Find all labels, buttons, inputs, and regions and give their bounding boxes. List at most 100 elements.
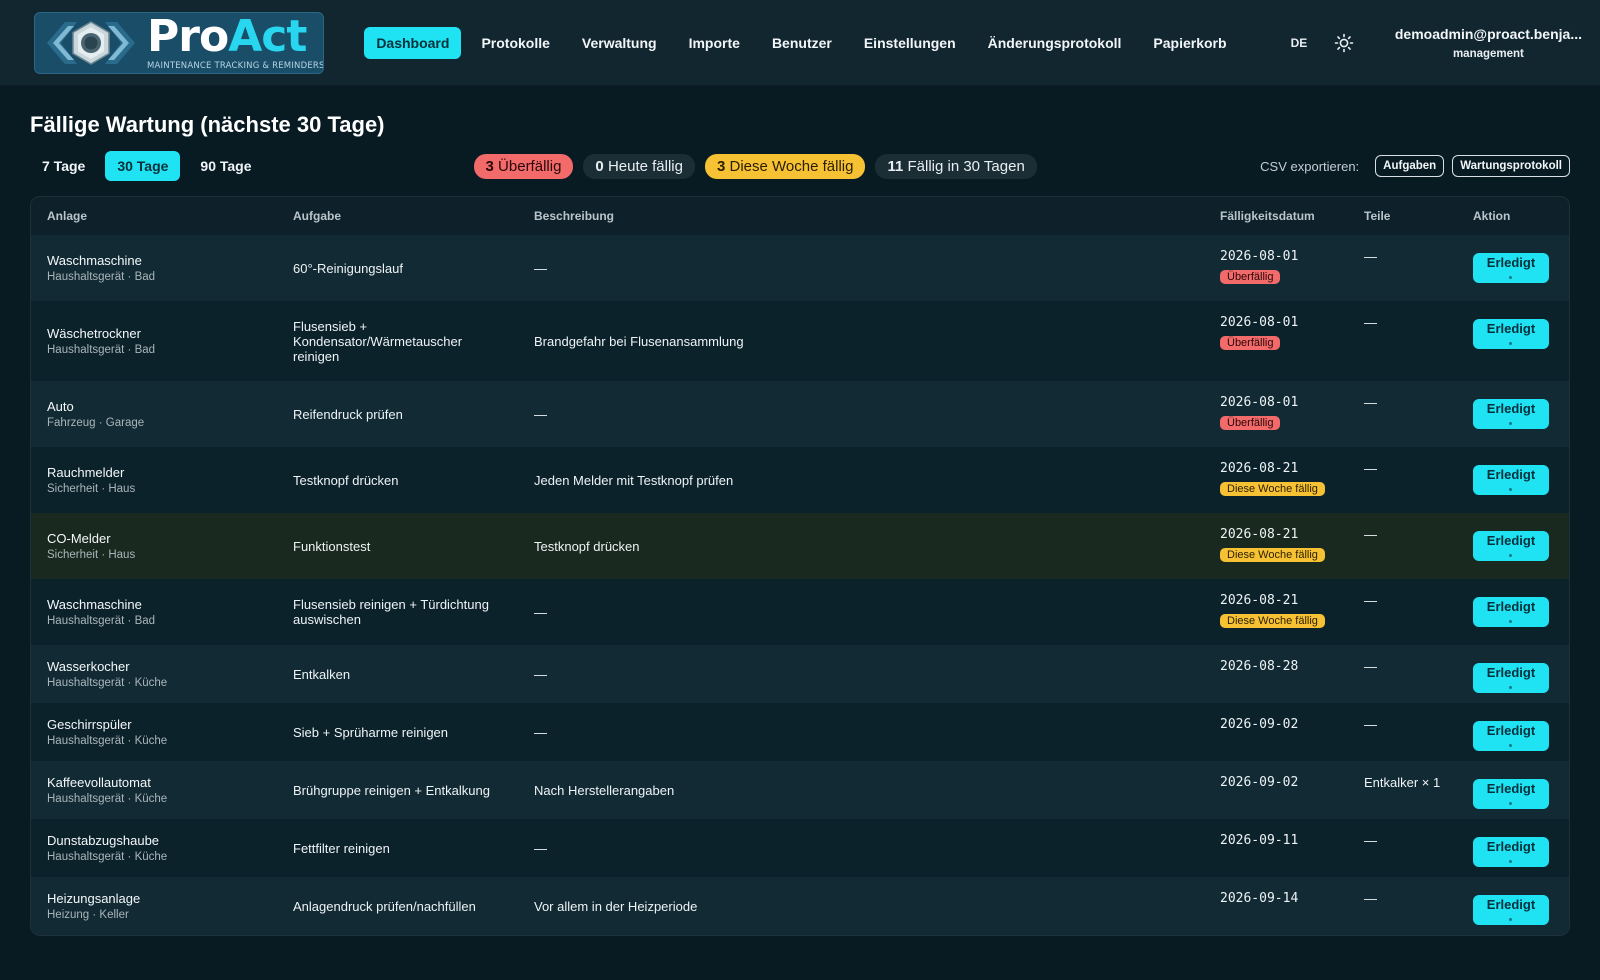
brand-tagline: MAINTENANCE TRACKING & REMINDERS: [147, 60, 325, 71]
chip-count: 3: [485, 157, 494, 175]
due-date-cell: 2026-08-01 Überfällig: [1204, 381, 1348, 447]
due-date: 2026-08-21: [1220, 527, 1299, 542]
parts-cell: —: [1364, 717, 1377, 732]
csv-export: CSV exportieren: Aufgaben Wartungsprotok…: [1260, 155, 1570, 177]
mark-done-button[interactable]: Erledigt: [1473, 779, 1549, 809]
user-menu[interactable]: demoadmin@proact.benja... management: [1395, 26, 1582, 60]
due-date: 2026-09-11: [1220, 833, 1299, 848]
nav-importe[interactable]: Importe: [677, 27, 752, 59]
column-due-date: Fälligkeitsdatum: [1204, 197, 1348, 235]
column-asset: Anlage: [31, 197, 277, 235]
mark-done-button[interactable]: Erledigt: [1473, 399, 1549, 429]
table-row: Rauchmelder Sicherheit · Haus Testknopf dr…: [31, 447, 1569, 513]
parts-cell: —: [1364, 527, 1377, 542]
due-date-cell: 2026-08-01 Überfällig: [1204, 235, 1348, 301]
range-30-days-button[interactable]: 30 Tage: [105, 151, 181, 181]
due-date: 2026-09-02: [1220, 717, 1299, 732]
asset-cell: Geschirrspüler Haushaltsgerät · Küche: [31, 703, 277, 761]
table-row: Wasserkocher Haushaltsgerät · Küche Entkal…: [31, 645, 1569, 703]
user-email: demoadmin@proact.benja...: [1394, 25, 1582, 42]
table-row: CO-Melder Sicherheit · Haus Funktionstest T…: [31, 513, 1569, 579]
main-nav: Dashboard Protokolle Verwaltung Importe Benu…: [364, 26, 1246, 59]
mark-done-label: Erledigt: [1486, 839, 1536, 854]
language-switch[interactable]: DE: [1291, 36, 1308, 50]
table-row: Waschmaschine Haushaltsgerät · Bad 60°-Rei…: [31, 235, 1569, 301]
asset-cell: Wasserkocher Haushaltsgerät · Küche: [31, 645, 277, 703]
table-row: Wäschetrockner Haushaltsgerät · Bad Flusen…: [31, 301, 1569, 381]
nav-papierkorb[interactable]: Papierkorb: [1141, 27, 1238, 59]
mark-done-label: Erledigt: [1486, 255, 1536, 270]
nav-protokolle[interactable]: Protokolle: [469, 27, 561, 59]
mark-done-label: Erledigt: [1486, 665, 1536, 680]
status-badge: Überfällig: [1220, 416, 1281, 430]
parts-cell: Entkalker × 1: [1364, 775, 1441, 790]
asset-category-location: Haushaltsgerät · Bad: [47, 615, 156, 627]
mark-done-button[interactable]: Erledigt: [1473, 319, 1549, 349]
mark-done-label: Erledigt: [1486, 533, 1536, 548]
action-cell: Erledigt: [1457, 703, 1569, 761]
parts-cell: —: [1364, 461, 1377, 476]
description-cell: Brandgefahr bei Flusenansammlung: [534, 333, 744, 349]
button-dot-icon: [1509, 686, 1512, 689]
button-dot-icon: [1509, 422, 1512, 425]
range-7-days-button[interactable]: 7 Tage: [30, 151, 97, 181]
range-90-days-button[interactable]: 90 Tage: [188, 151, 263, 181]
due-date: 2026-09-02: [1220, 775, 1299, 790]
parts-cell: —: [1364, 891, 1377, 906]
asset-cell: Kaffeevollautomat Haushaltsgerät · Küche: [31, 761, 277, 819]
asset-category-location: Sicherheit · Haus: [47, 483, 136, 495]
proact-logo[interactable]: ProAct MAINTENANCE TRACKING & REMINDERS: [34, 11, 325, 74]
parts-cell: —: [1364, 659, 1377, 674]
table-row: Dunstabzugshaube Haushaltsgerät · Küche Fe…: [31, 819, 1569, 877]
task-cell: Sieb + Sprüharme reinigen: [293, 724, 449, 740]
brand-name: ProAct: [147, 11, 307, 62]
asset-category-location: Haushaltsgerät · Bad: [47, 344, 156, 356]
mark-done-button[interactable]: Erledigt: [1473, 895, 1549, 925]
due-date-cell: 2026-09-02: [1204, 761, 1348, 819]
nav-verwaltung[interactable]: Verwaltung: [570, 27, 669, 59]
chip-count: 0: [595, 157, 604, 175]
csv-tasks-button[interactable]: Aufgaben: [1375, 155, 1445, 177]
asset-name: Auto: [47, 399, 74, 414]
description-cell: —: [534, 604, 547, 620]
due-date-cell: 2026-08-21 Diese Woche fällig: [1204, 579, 1348, 645]
description-cell: —: [534, 724, 547, 740]
chip-label: Überfällig: [498, 157, 562, 175]
mark-done-button[interactable]: Erledigt: [1473, 663, 1549, 693]
mark-done-button[interactable]: Erledigt: [1473, 253, 1549, 283]
mark-done-button[interactable]: Erledigt: [1473, 721, 1549, 751]
button-dot-icon: [1509, 860, 1512, 863]
csv-maintenance-log-button[interactable]: Wartungsprotokoll: [1452, 155, 1570, 177]
mark-done-button[interactable]: Erledigt: [1473, 837, 1549, 867]
status-badge: Diese Woche fällig: [1220, 614, 1325, 628]
asset-category-location: Haushaltsgerät · Küche: [47, 677, 168, 689]
asset-category-location: Heizung · Keller: [47, 909, 129, 921]
nav-aenderungsprotokoll[interactable]: Änderungsprotokoll: [976, 27, 1134, 59]
action-cell: Erledigt: [1457, 819, 1569, 877]
asset-category-location: Haushaltsgerät · Bad: [47, 271, 156, 283]
asset-cell: Waschmaschine Haushaltsgerät · Bad: [31, 235, 277, 301]
status-badge: Überfällig: [1220, 336, 1281, 350]
range-selector: 7 Tage 30 Tage 90 Tage: [30, 151, 272, 181]
mark-done-button[interactable]: Erledigt: [1473, 465, 1549, 495]
asset-cell: Rauchmelder Sicherheit · Haus: [31, 447, 277, 513]
due-today-chip: 0 Heute fällig: [583, 153, 695, 179]
asset-name: Kaffeevollautomat: [47, 775, 151, 790]
description-cell: Testknopf drücken: [534, 538, 640, 554]
description-cell: —: [534, 260, 547, 276]
nav-benutzer[interactable]: Benutzer: [760, 27, 844, 59]
nav-einstellungen[interactable]: Einstellungen: [852, 27, 968, 59]
sun-icon[interactable]: [1333, 32, 1355, 54]
task-cell: Reifendruck prüfen: [293, 406, 403, 422]
mark-done-label: Erledigt: [1486, 599, 1536, 614]
due-date-cell: 2026-09-14: [1204, 877, 1348, 935]
parts-cell: —: [1364, 593, 1377, 608]
mark-done-button[interactable]: Erledigt: [1473, 531, 1549, 561]
table-row: Auto Fahrzeug · Garage Reifendruck prüfen —…: [31, 381, 1569, 447]
mark-done-button[interactable]: Erledigt: [1473, 597, 1549, 627]
table-header: Anlage Aufgabe Beschreibung Fälligkeitsd…: [31, 197, 1569, 235]
asset-name: Waschmaschine: [47, 597, 142, 612]
description-cell: —: [534, 666, 547, 682]
nav-dashboard[interactable]: Dashboard: [364, 26, 462, 59]
due-date-cell: 2026-08-28: [1204, 645, 1348, 703]
